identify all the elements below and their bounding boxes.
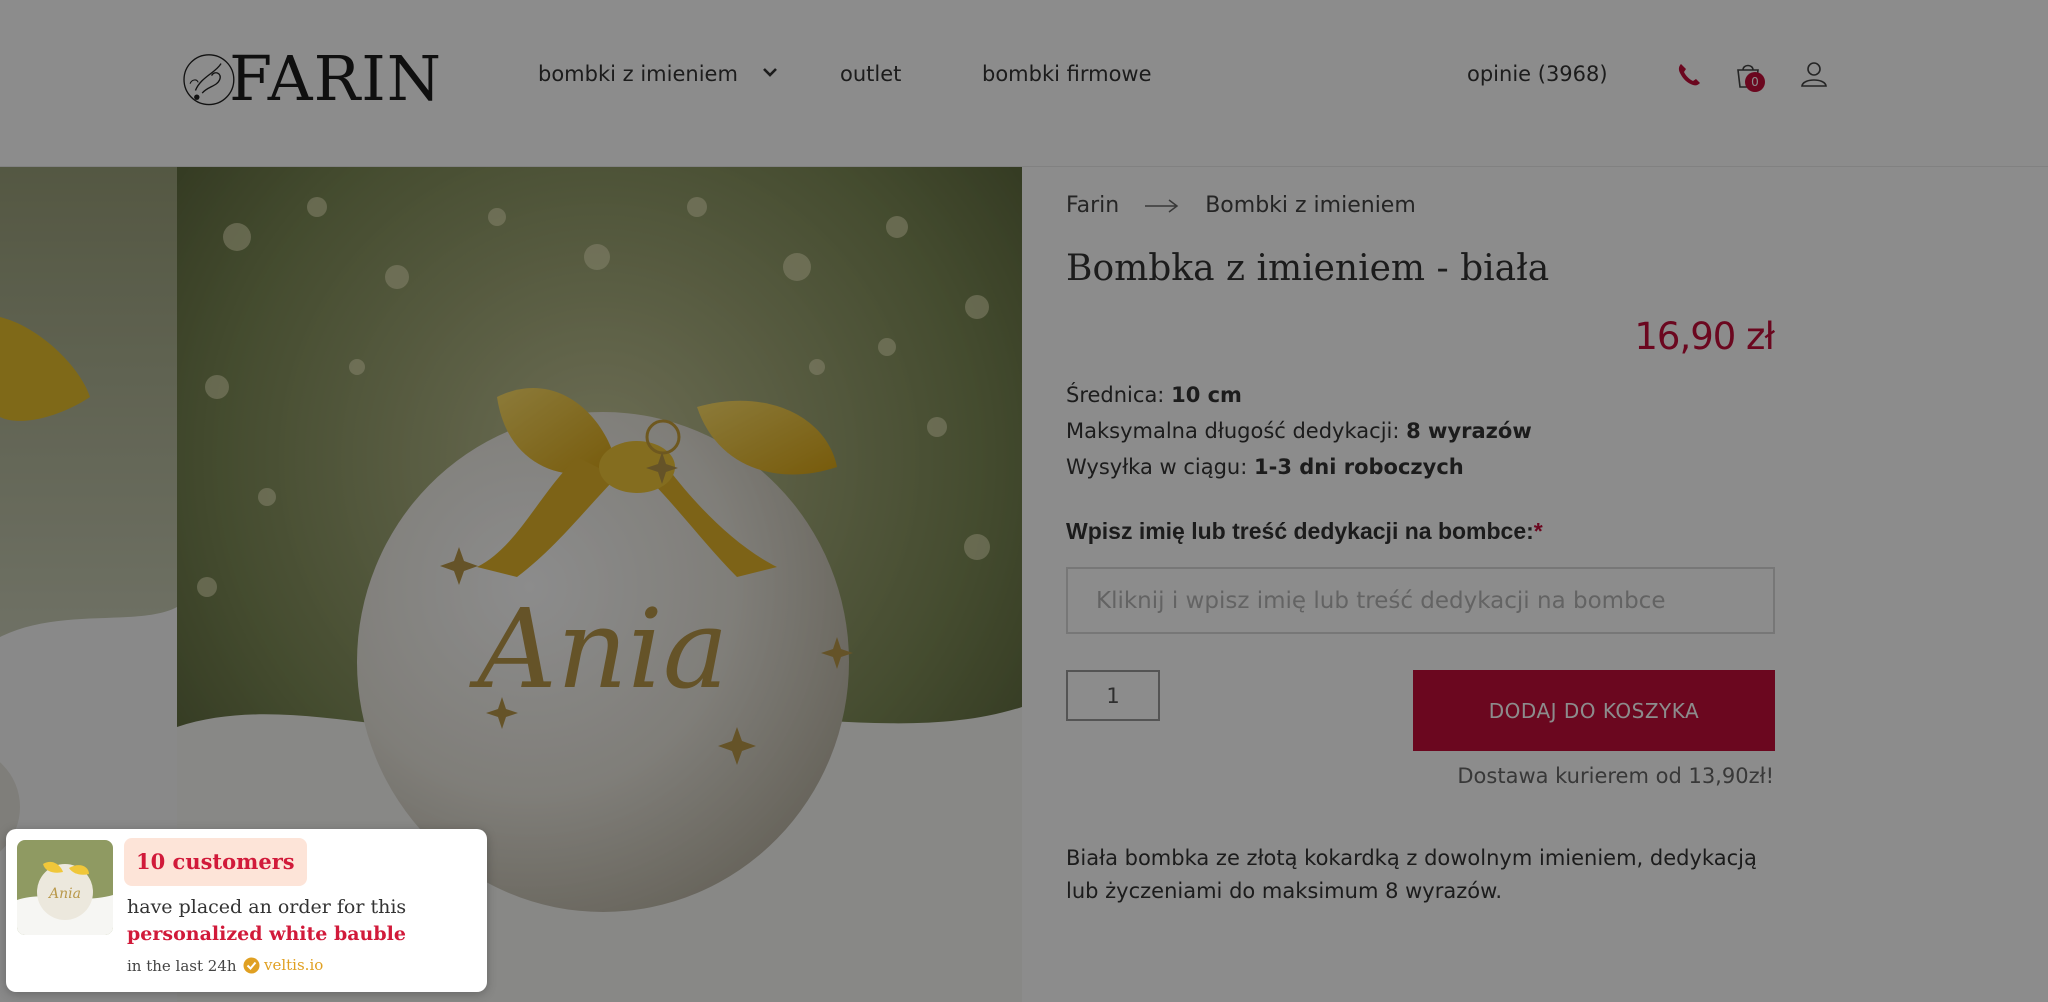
popup-product-name: personalized white bauble (127, 923, 406, 945)
thumbnail-art: Ania (17, 840, 113, 935)
popup-brand-text: veltis.io (264, 956, 324, 974)
popup-message: have placed an order for this (127, 896, 407, 918)
check-badge-icon (243, 957, 260, 973)
social-proof-popup[interactable]: Ania 10 customers have placed an order f… (6, 829, 487, 992)
thumbnail-name-text: Ania (47, 886, 81, 902)
customer-count-badge: 10 customers (124, 838, 307, 886)
popup-brand-link[interactable]: veltis.io (243, 956, 323, 974)
popup-timeframe: in the last 24h (127, 957, 237, 975)
popup-product-thumbnail: Ania (17, 840, 113, 935)
